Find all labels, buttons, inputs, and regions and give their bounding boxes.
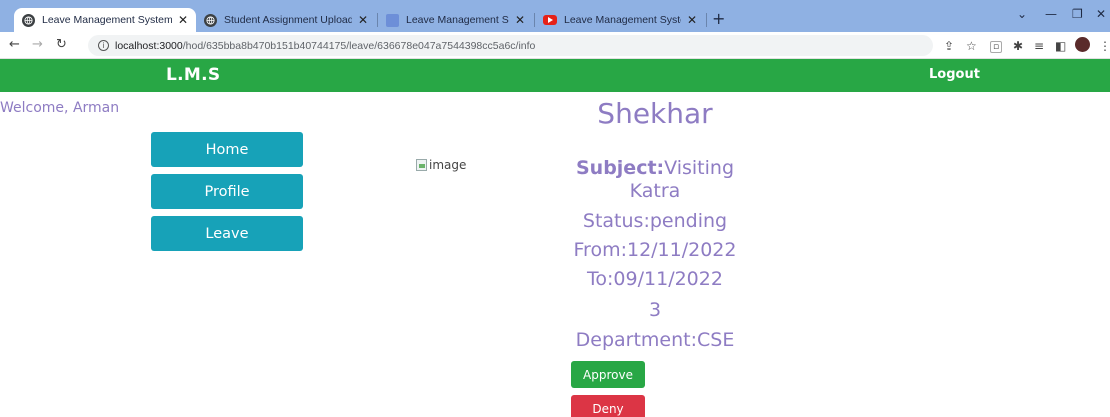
- browser-tab-strip: Leave Management System ✕ Student Assign…: [0, 0, 1110, 32]
- side-panel-icon[interactable]: ◧: [1055, 39, 1066, 53]
- welcome-text: Welcome, Arman: [0, 100, 120, 116]
- restore-icon[interactable]: ❐: [1072, 7, 1083, 21]
- logout-link[interactable]: Logout: [929, 67, 980, 82]
- approve-button[interactable]: Approve: [571, 361, 645, 388]
- puzzle-icon[interactable]: ✱: [1013, 39, 1023, 53]
- leave-from-date: From:12/11/2022: [573, 239, 737, 261]
- image-alt-text: image: [429, 158, 467, 172]
- brand-logo[interactable]: L.M.S: [166, 65, 220, 85]
- tab-label: Student Assignment Upload: [224, 14, 352, 26]
- info-icon[interactable]: i: [98, 40, 109, 51]
- broken-image: image: [416, 158, 466, 172]
- home-button[interactable]: Home: [151, 132, 303, 167]
- youtube-icon: [543, 15, 557, 25]
- menu-kebab-icon[interactable]: ⋮: [1099, 39, 1110, 53]
- globe-icon: [204, 13, 217, 27]
- reload-icon[interactable]: ↻: [56, 37, 67, 52]
- document-icon: [386, 13, 399, 27]
- subject-value-line1: Visiting: [664, 157, 735, 179]
- reading-list-icon[interactable]: ≡: [1034, 39, 1044, 53]
- app-navbar: L.M.S Logout: [0, 59, 1110, 92]
- close-window-icon[interactable]: ✕: [1096, 7, 1106, 21]
- leave-days: 3: [648, 299, 662, 321]
- broken-image-icon: [416, 159, 427, 171]
- leave-subject: Subject:Visiting: [555, 157, 755, 179]
- chevron-down-icon[interactable]: ⌄: [1017, 7, 1027, 21]
- subject-label: Subject:: [575, 157, 665, 179]
- back-icon[interactable]: ←: [9, 37, 20, 52]
- bookmark-star-icon[interactable]: ☆: [966, 39, 977, 53]
- tab-label: Leave Management System: [42, 14, 172, 26]
- leave-to-date: To:09/11/2022: [587, 268, 723, 290]
- leave-department: Department:CSE: [575, 329, 735, 351]
- tab-label: Leave Management System Proje: [564, 14, 681, 26]
- url-host: localhost:3000: [115, 39, 183, 52]
- tab-lms-project[interactable]: Leave Management System Proje ✕: [378, 8, 533, 32]
- browser-toolbar: ← → ↻ i localhost:3000/hod/635bba8b470b1…: [0, 32, 1110, 59]
- tab-lms-project-youtube[interactable]: Leave Management System Proje ✕: [535, 8, 705, 32]
- close-icon[interactable]: ✕: [178, 13, 188, 27]
- applicant-name: Shekhar: [597, 97, 713, 130]
- minimize-icon[interactable]: —: [1045, 7, 1057, 21]
- address-bar[interactable]: i localhost:3000/hod/635bba8b470b151b407…: [88, 35, 933, 56]
- url-path: /hod/635bba8b470b151b40744175/leave/6366…: [182, 39, 536, 52]
- forward-icon[interactable]: →: [32, 37, 43, 52]
- leave-button[interactable]: Leave: [151, 216, 303, 251]
- tab-label: Leave Management System Proje: [406, 14, 509, 26]
- avatar[interactable]: [1075, 37, 1090, 52]
- new-tab-button[interactable]: +: [712, 9, 725, 28]
- deny-button[interactable]: Deny: [571, 395, 645, 417]
- subject-value-line2: Katra: [629, 180, 681, 202]
- share-icon[interactable]: ⇪: [944, 39, 954, 53]
- tab-separator: [706, 13, 707, 27]
- tab-leave-management-system[interactable]: Leave Management System ✕: [14, 8, 196, 32]
- close-icon[interactable]: ✕: [358, 13, 368, 27]
- close-icon[interactable]: ✕: [515, 13, 525, 27]
- close-icon[interactable]: ✕: [687, 13, 697, 27]
- extension-icon[interactable]: ▫: [990, 41, 1003, 53]
- tab-student-assignment-upload[interactable]: Student Assignment Upload ✕: [196, 8, 376, 32]
- globe-icon: [22, 13, 35, 27]
- profile-button[interactable]: Profile: [151, 174, 303, 209]
- leave-status: Status:pending: [582, 210, 728, 232]
